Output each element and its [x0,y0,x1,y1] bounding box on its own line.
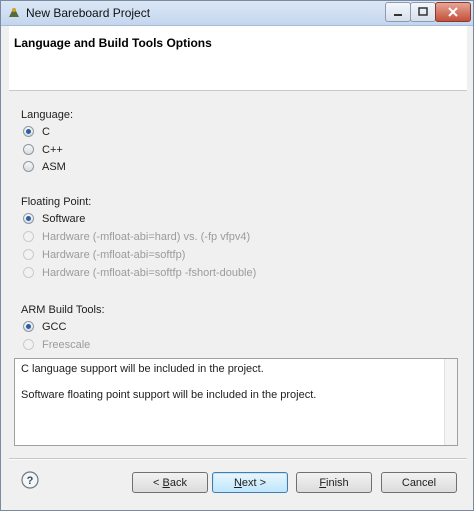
radio-fp-software[interactable]: Software [23,212,86,226]
description-scrollbar[interactable] [444,359,457,445]
radio-label: ASM [42,161,66,173]
close-icon [448,7,458,17]
finish-mnemonic: F [319,476,327,489]
radio-label: Hardware (-mfloat-abi=softfp -fshort-dou… [42,267,257,279]
radio-language-c[interactable]: C [23,125,50,139]
radio-button [23,231,34,242]
wizard-header: Language and Build Tools Options [9,26,467,91]
svg-text:?: ? [27,475,34,487]
radio-tools-gcc[interactable]: GCC [23,320,67,334]
window-title: New Bareboard Project [26,6,151,20]
radio-label: GCC [42,321,67,333]
radio-button[interactable] [23,321,34,332]
description-box[interactable]: C language support will be included in t… [14,358,458,446]
back-rest: ack [169,476,187,489]
maximize-icon [418,7,428,16]
radio-fp-softfp: Hardware (-mfloat-abi=softfp) [23,248,186,262]
back-prefix: < [153,476,163,489]
language-label: Language: [21,109,73,121]
radio-language-asm[interactable]: ASM [23,160,66,174]
cancel-label: Cancel [401,476,437,489]
minimize-icon [394,14,402,16]
radio-fp-hard: Hardware (-mfloat-abi=hard) vs. (-fp vfp… [23,230,251,244]
next-mnemonic: N [233,476,242,489]
minimize-button[interactable] [385,2,411,22]
page-title: Language and Build Tools Options [14,36,212,50]
radio-button [23,267,34,278]
radio-label: Hardware (-mfloat-abi=softfp) [42,249,186,261]
options-panel: Language: C C++ ASM Floating Point: Soft… [9,93,467,356]
radio-button[interactable] [23,144,34,155]
radio-button[interactable] [23,161,34,172]
next-button[interactable]: Next > [212,472,288,493]
finish-rest: inish [326,476,349,489]
back-button[interactable]: < Back [132,472,208,493]
maximize-button[interactable] [410,2,436,22]
wizard-window: New Bareboard Project Language and Build… [0,0,474,511]
radio-label: Hardware (-mfloat-abi=hard) vs. (-fp vfp… [42,231,251,243]
radio-fp-softfp-short: Hardware (-mfloat-abi=softfp -fshort-dou… [23,266,257,280]
cancel-button[interactable]: Cancel [381,472,457,493]
radio-button [23,249,34,260]
close-button[interactable] [435,2,471,22]
radio-label: C++ [42,144,63,156]
description-line: Software floating point support will be … [21,389,317,401]
radio-language-cpp[interactable]: C++ [23,143,63,157]
radio-tools-freescale: Freescale [23,338,91,352]
footer-separator [9,458,467,460]
finish-button[interactable]: Finish [296,472,372,493]
title-bar[interactable]: New Bareboard Project [1,1,473,26]
arm-build-tools-label: ARM Build Tools: [21,304,105,316]
floating-point-label: Floating Point: [21,196,92,208]
radio-label: Freescale [42,339,91,351]
app-icon [9,8,19,17]
radio-button[interactable] [23,213,34,224]
radio-label: Software [42,213,86,225]
radio-button[interactable] [23,126,34,137]
radio-label: C [42,126,50,138]
back-mnemonic: B [162,476,170,489]
description-line: C language support will be included in t… [21,363,264,375]
help-icon[interactable]: ? [21,471,39,489]
next-rest: ext > [241,476,267,489]
radio-button [23,339,34,350]
